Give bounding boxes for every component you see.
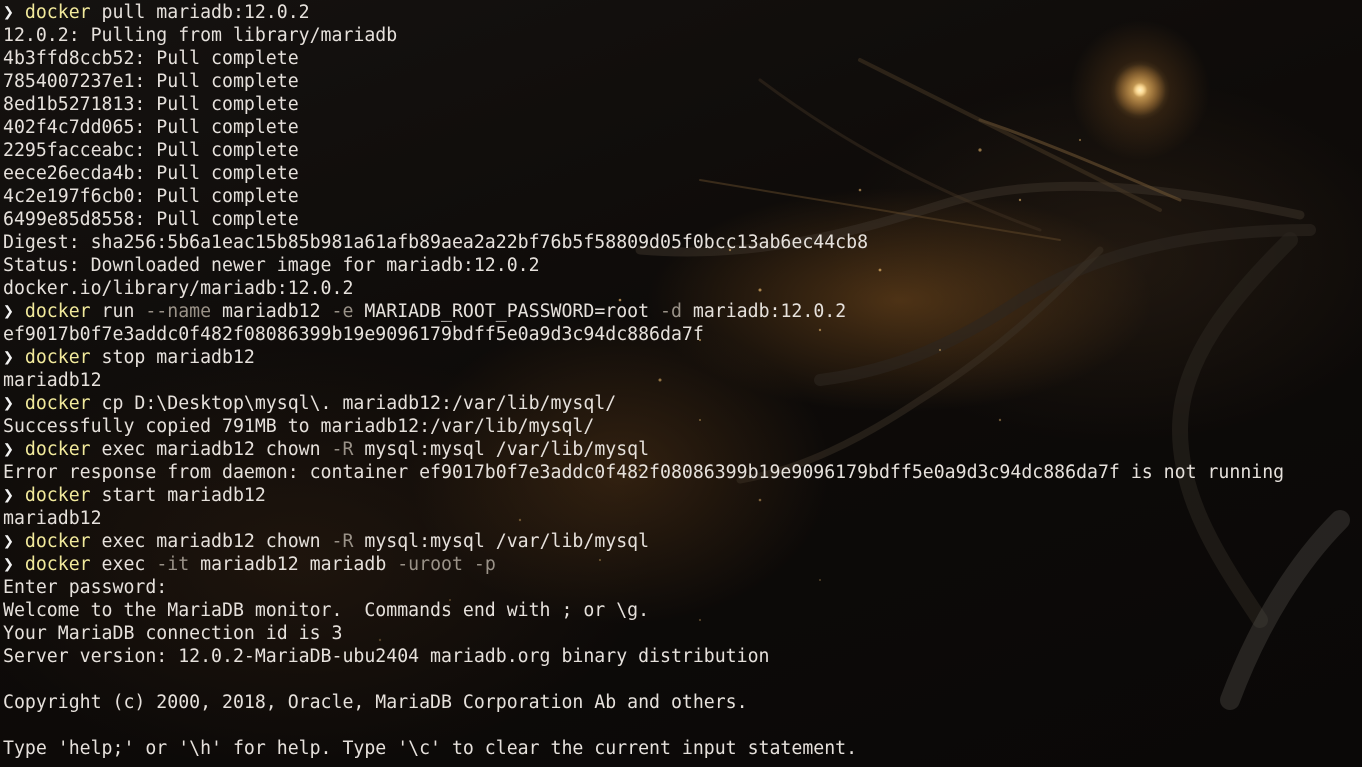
command-argument: mariadb12 mariadb: [189, 554, 398, 575]
command-line: ❯ docker stop mariadb12: [3, 346, 1362, 369]
command-argument: mysql:mysql /var/lib/mysql: [353, 531, 650, 552]
output-line: Status: Downloaded newer image for maria…: [3, 254, 1362, 277]
command-flag: -R: [331, 531, 354, 552]
command-argument: [463, 554, 474, 575]
command-flag: -e: [331, 301, 354, 322]
output-text: 6499e85d8558: Pull complete: [3, 209, 299, 230]
command-name: docker: [24, 554, 91, 575]
output-line: mariadb12: [3, 507, 1362, 530]
output-text: Status: Downloaded newer image for maria…: [3, 255, 540, 276]
output-text: docker.io/library/mariadb:12.0.2: [3, 278, 354, 299]
command-argument: MARIADB_ROOT_PASSWORD=root: [353, 301, 661, 322]
output-line: Welcome to the MariaDB monitor. Commands…: [3, 599, 1362, 622]
command-flag: -d: [660, 301, 682, 322]
output-text: 402f4c7dd065: Pull complete: [3, 117, 299, 138]
output-text: Server version: 12.0.2-MariaDB-ubu2404 m…: [3, 646, 770, 667]
output-text: 8ed1b5271813: Pull complete: [3, 94, 299, 115]
command-name: docker: [24, 485, 91, 506]
output-line: Server version: 12.0.2-MariaDB-ubu2404 m…: [3, 645, 1362, 668]
command-argument: mariadb:12.0.2: [681, 301, 847, 322]
command-argument: exec mariadb12 chown: [90, 439, 332, 460]
terminal-window[interactable]: ❯ docker pull mariadb:12.0.2 12.0.2: Pull…: [0, 0, 1362, 767]
output-line: 2295facceabc: Pull complete: [3, 139, 1362, 162]
command-argument: start mariadb12: [90, 485, 266, 506]
output-line: Error response from daemon: container ef…: [3, 461, 1362, 484]
output-text: 4c2e197f6cb0: Pull complete: [3, 186, 299, 207]
command-name: docker: [24, 301, 91, 322]
command-line: ❯ docker exec mariadb12 chown -R mysql:m…: [3, 530, 1362, 553]
output-text: Your MariaDB connection id is 3: [3, 623, 343, 644]
output-line: 8ed1b5271813: Pull complete: [3, 93, 1362, 116]
command-argument: run: [90, 301, 146, 322]
output-line: mariadb12: [3, 369, 1362, 392]
output-text: Enter password:: [3, 577, 168, 598]
output-line: 4c2e197f6cb0: Pull complete: [3, 185, 1362, 208]
output-text: Copyright (c) 2000, 2018, Oracle, MariaD…: [3, 692, 748, 713]
output-text: Welcome to the MariaDB monitor. Commands…: [3, 600, 650, 621]
output-text: 12.0.2: Pulling from library/mariadb: [3, 25, 398, 46]
prompt-chevron-icon: ❯: [3, 554, 14, 575]
prompt-chevron-icon: ❯: [3, 301, 14, 322]
output-line: Your MariaDB connection id is 3: [3, 622, 1362, 645]
prompt-chevron-icon: ❯: [3, 347, 14, 368]
prompt-chevron-icon: ❯: [3, 393, 14, 414]
output-line: eece26ecda4b: Pull complete: [3, 162, 1362, 185]
output-text: 2295facceabc: Pull complete: [3, 140, 299, 161]
command-name: docker: [24, 393, 91, 414]
output-text: 7854007237e1: Pull complete: [3, 71, 299, 92]
output-line: Digest: sha256:5b6a1eac15b85b981a61afb89…: [3, 231, 1362, 254]
terminal-output[interactable]: ❯ docker pull mariadb:12.0.2 12.0.2: Pull…: [3, 1, 1362, 767]
output-line: Enter password:: [3, 576, 1362, 599]
output-line: docker.io/library/mariadb:12.0.2: [3, 277, 1362, 300]
output-text: 4b3ffd8ccb52: Pull complete: [3, 48, 299, 69]
prompt-chevron-icon: ❯: [3, 531, 14, 552]
command-flag: -R: [331, 439, 354, 460]
prompt-chevron-icon: ❯: [3, 485, 14, 506]
command-argument: stop mariadb12: [90, 347, 255, 368]
output-line: 4b3ffd8ccb52: Pull complete: [3, 47, 1362, 70]
output-text: Successfully copied 791MB to mariadb12:/…: [3, 416, 595, 437]
command-argument: pull mariadb:12.0.2: [90, 2, 310, 23]
output-text: ef9017b0f7e3addc0f482f08086399b19e909617…: [3, 324, 704, 345]
command-line: ❯ docker exec mariadb12 chown -R mysql:m…: [3, 438, 1362, 461]
command-flag: --name: [145, 301, 212, 322]
command-line: ❯ docker exec -it mariadb12 mariadb -uro…: [3, 553, 1362, 576]
command-line: ❯ docker start mariadb12: [3, 484, 1362, 507]
output-line: 6499e85d8558: Pull complete: [3, 208, 1362, 231]
output-line: 7854007237e1: Pull complete: [3, 70, 1362, 93]
prompt-chevron-icon: ❯: [3, 439, 14, 460]
command-line: ❯ docker run --name mariadb12 -e MARIADB…: [3, 300, 1362, 323]
output-text: mariadb12: [3, 370, 102, 391]
output-text: Error response from daemon: container ef…: [3, 462, 1285, 483]
output-text: Digest: sha256:5b6a1eac15b85b981a61afb89…: [3, 232, 869, 253]
command-argument: mariadb12: [211, 301, 332, 322]
output-text: Type 'help;' or '\h' for help. Type '\c'…: [3, 738, 858, 759]
command-name: docker: [24, 531, 91, 552]
output-text: eece26ecda4b: Pull complete: [3, 163, 299, 184]
command-name: docker: [24, 347, 91, 368]
command-name: docker: [24, 439, 91, 460]
output-line: ef9017b0f7e3addc0f482f08086399b19e909617…: [3, 323, 1362, 346]
output-line: 12.0.2: Pulling from library/mariadb: [3, 24, 1362, 47]
command-argument: exec: [90, 554, 157, 575]
output-line: Successfully copied 791MB to mariadb12:/…: [3, 415, 1362, 438]
command-name: docker: [24, 2, 91, 23]
command-line: ❯ docker cp D:\Desktop\mysql\. mariadb12…: [3, 392, 1362, 415]
output-text: mariadb12: [3, 508, 102, 529]
output-line: Copyright (c) 2000, 2018, Oracle, MariaD…: [3, 691, 1362, 714]
command-flag: -it: [156, 554, 190, 575]
output-line: 402f4c7dd065: Pull complete: [3, 116, 1362, 139]
command-argument: exec mariadb12 chown: [90, 531, 332, 552]
prompt-chevron-icon: ❯: [3, 2, 14, 23]
command-flag: -uroot: [397, 554, 463, 575]
command-flag: -p: [473, 554, 496, 575]
command-argument: cp D:\Desktop\mysql\. mariadb12:/var/lib…: [90, 393, 617, 414]
output-line: Type 'help;' or '\h' for help. Type '\c'…: [3, 737, 1362, 760]
command-argument: mysql:mysql /var/lib/mysql: [353, 439, 650, 460]
command-line: ❯ docker pull mariadb:12.0.2: [3, 1, 1362, 24]
